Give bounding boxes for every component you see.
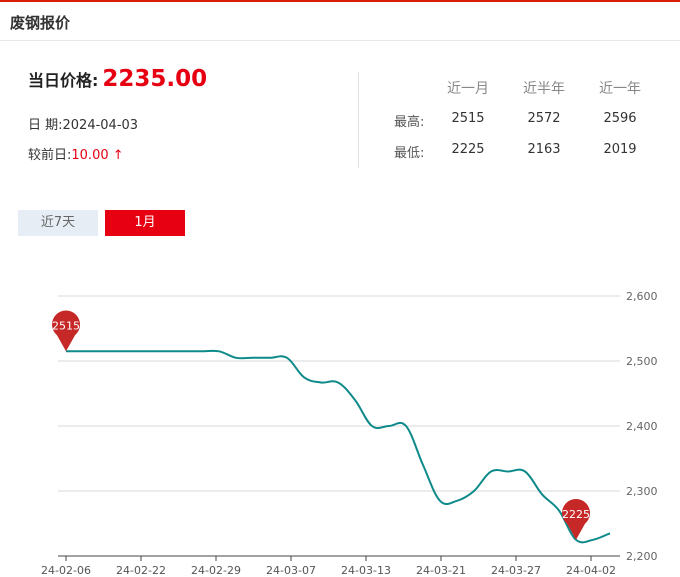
- price-series-line: [66, 349, 611, 544]
- stats-row-high-label: 最高:: [394, 115, 425, 130]
- vertical-divider: [358, 72, 359, 168]
- price-label: 当日价格:: [28, 71, 99, 90]
- chart-y-axis-labels: 2,200 2,300 2,400 2,500 2,600: [626, 290, 658, 563]
- x-tick-label: 24-04-02: [566, 564, 616, 577]
- y-tick-label: 2,600: [626, 290, 658, 303]
- chart-x-axis: 24-02-06 24-02-22 24-02-29 24-03-07 24-03-13…: [41, 555, 620, 577]
- date-value: 2024-04-03: [62, 118, 139, 133]
- stats-header-month: 近一月: [447, 81, 489, 97]
- chart-series: [65, 349, 611, 544]
- page-title: 废钢报价: [10, 14, 71, 32]
- change-row: 较前日:10.00 ↑: [28, 144, 124, 163]
- pin-marker-label: 2225: [562, 508, 590, 521]
- stats-low-halfyear: 2163: [527, 142, 561, 157]
- stats-high-year: 2596: [603, 111, 637, 126]
- x-tick-label: 24-03-07: [266, 564, 316, 577]
- date-label: 日 期:: [28, 118, 63, 133]
- y-tick-label: 2,400: [626, 420, 658, 433]
- date-row: 日 期:2024-04-03: [28, 114, 138, 133]
- stats-high-halfyear: 2572: [527, 111, 561, 126]
- price-line-chart: 24-02-06 24-02-22 24-02-29 24-03-07 24-03-13…: [41, 290, 658, 577]
- price-row: 当日价格: 2235.00: [28, 66, 207, 92]
- stats-header-year: 近一年: [599, 81, 641, 97]
- y-tick-label: 2,200: [626, 550, 658, 563]
- chart-grid: [58, 295, 620, 492]
- change-value: 10.00: [71, 148, 109, 163]
- x-tick-label: 24-03-21: [416, 564, 466, 577]
- pin-marker-label: 2515: [52, 319, 80, 332]
- change-label: 较前日:: [28, 148, 72, 163]
- tab-7-days[interactable]: 近7天: [18, 210, 98, 236]
- stats-header-halfyear: 近半年: [523, 81, 565, 97]
- price-value: 2235.00: [102, 66, 208, 92]
- stats-low-year: 2019: [603, 142, 637, 157]
- up-arrow-icon: ↑: [112, 148, 124, 163]
- stats-high-month: 2515: [451, 111, 485, 126]
- stats-row-low-label: 最低:: [394, 146, 425, 161]
- y-tick-label: 2,300: [626, 485, 658, 498]
- x-tick-label: 24-02-22: [116, 564, 166, 577]
- x-tick-label: 24-02-06: [41, 564, 91, 577]
- tab-1-month[interactable]: 1月: [105, 210, 185, 236]
- chart-markers: 2515 2225: [52, 310, 590, 540]
- y-tick-label: 2,500: [626, 355, 658, 368]
- stats-low-month: 2225: [451, 142, 485, 157]
- x-tick-label: 24-03-13: [341, 564, 391, 577]
- x-tick-label: 24-02-29: [191, 564, 241, 577]
- x-tick-label: 24-03-27: [491, 564, 541, 577]
- header-bar: 废钢报价: [0, 2, 680, 41]
